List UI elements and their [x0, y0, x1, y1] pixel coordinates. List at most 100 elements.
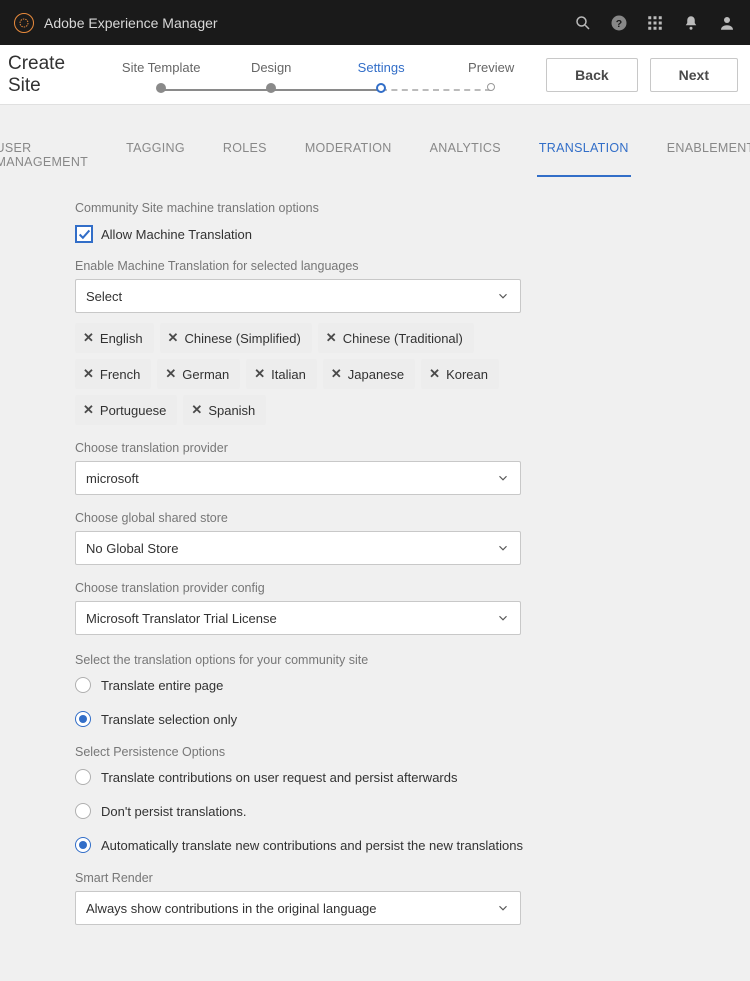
step-dot	[156, 83, 166, 93]
tab-translation[interactable]: TRANSLATION	[537, 135, 631, 177]
close-icon: ✕	[83, 366, 94, 382]
step-dot	[376, 83, 386, 93]
tab-moderation[interactable]: MODERATION	[303, 135, 394, 177]
close-icon: ✕	[331, 366, 342, 382]
chevron-down-icon	[496, 541, 510, 555]
enable-languages-label: Enable Machine Translation for selected …	[75, 259, 675, 273]
bell-icon[interactable]	[682, 14, 700, 32]
persist-auto[interactable]: Automatically translate new contribution…	[75, 837, 675, 853]
radio-label: Translate contributions on user request …	[101, 770, 457, 785]
options-heading: Select the translation options for your …	[75, 653, 675, 667]
tab-analytics[interactable]: ANALYTICS	[428, 135, 503, 177]
provider-select[interactable]: microsoft	[75, 461, 521, 495]
topbar-left: Adobe Experience Manager	[14, 13, 218, 33]
global-store-select[interactable]: No Global Store	[75, 531, 521, 565]
chevron-down-icon	[496, 611, 510, 625]
provider-config-select[interactable]: Microsoft Translator Trial License	[75, 601, 521, 635]
radio-input[interactable]	[75, 803, 91, 819]
allow-mt-checkbox[interactable]	[75, 225, 93, 243]
smart-render-fieldset: Smart Render Always show contributions i…	[75, 871, 675, 925]
select-value: microsoft	[86, 471, 139, 486]
tag-chinese-simplified[interactable]: ✕Chinese (Simplified)	[160, 323, 312, 353]
check-icon	[78, 228, 91, 241]
enable-languages-select[interactable]: Select	[75, 279, 521, 313]
provider-config-label: Choose translation provider config	[75, 581, 675, 595]
logo-icon	[18, 17, 30, 29]
chevron-down-icon	[496, 289, 510, 303]
smart-render-label: Smart Render	[75, 871, 675, 885]
tab-user-management[interactable]: USER MANAGEMENT	[0, 135, 90, 177]
close-icon: ✕	[254, 366, 265, 382]
svg-text:?: ?	[616, 17, 622, 29]
close-icon: ✕	[83, 330, 94, 346]
persistence-heading: Select Persistence Options	[75, 745, 675, 759]
step-site-template[interactable]: Site Template	[106, 60, 216, 93]
settings-tabs: USER MANAGEMENT TAGGING ROLES MODERATION…	[0, 135, 750, 177]
select-value: No Global Store	[86, 541, 179, 556]
chevron-down-icon	[496, 471, 510, 485]
close-icon: ✕	[191, 402, 202, 418]
provider-config-fieldset: Choose translation provider config Micro…	[75, 581, 675, 635]
radio-label: Don't persist translations.	[101, 804, 247, 819]
global-store-fieldset: Choose global shared store No Global Sto…	[75, 511, 675, 565]
provider-label: Choose translation provider	[75, 441, 675, 455]
enable-languages-fieldset: Enable Machine Translation for selected …	[75, 259, 675, 425]
radio-label: Translate entire page	[101, 678, 223, 693]
opt-translate-entire-page[interactable]: Translate entire page	[75, 677, 675, 693]
step-dot	[266, 83, 276, 93]
tag-korean[interactable]: ✕Korean	[421, 359, 499, 389]
top-bar: Adobe Experience Manager ?	[0, 0, 750, 45]
apps-icon[interactable]	[646, 14, 664, 32]
tag-chinese-traditional[interactable]: ✕Chinese (Traditional)	[318, 323, 474, 353]
app-title: Adobe Experience Manager	[44, 15, 218, 31]
opt-translate-selection-only[interactable]: Translate selection only	[75, 711, 675, 727]
smart-render-select[interactable]: Always show contributions in the origina…	[75, 891, 521, 925]
persist-on-request[interactable]: Translate contributions on user request …	[75, 769, 675, 785]
global-store-label: Choose global shared store	[75, 511, 675, 525]
tag-portuguese[interactable]: ✕Portuguese	[75, 395, 177, 425]
tag-french[interactable]: ✕French	[75, 359, 151, 389]
allow-mt-row: Allow Machine Translation	[75, 225, 675, 243]
tab-enablement[interactable]: ENABLEMENT	[665, 135, 750, 177]
close-icon: ✕	[168, 330, 179, 346]
radio-label: Translate selection only	[101, 712, 237, 727]
select-value: Select	[86, 289, 122, 304]
step-preview[interactable]: Preview	[436, 60, 546, 91]
step-dot	[487, 83, 495, 91]
tag-german[interactable]: ✕German	[157, 359, 240, 389]
next-button[interactable]: Next	[650, 58, 738, 92]
allow-mt-label: Allow Machine Translation	[101, 227, 252, 242]
close-icon: ✕	[83, 402, 94, 418]
sub-header: Create Site Site Template Design Setting…	[0, 45, 750, 105]
page-title: Create Site	[6, 53, 106, 97]
language-tags: ✕English ✕Chinese (Simplified) ✕Chinese …	[75, 323, 521, 425]
tab-roles[interactable]: ROLES	[221, 135, 269, 177]
select-value: Microsoft Translator Trial License	[86, 611, 277, 626]
tag-japanese[interactable]: ✕Japanese	[323, 359, 415, 389]
section-heading: Community Site machine translation optio…	[75, 201, 675, 215]
close-icon: ✕	[165, 366, 176, 382]
user-icon[interactable]	[718, 14, 736, 32]
tag-english[interactable]: ✕English	[75, 323, 154, 353]
radio-label: Automatically translate new contribution…	[101, 838, 523, 853]
back-button[interactable]: Back	[546, 58, 637, 92]
radio-input[interactable]	[75, 711, 91, 727]
radio-input[interactable]	[75, 769, 91, 785]
tag-spanish[interactable]: ✕Spanish	[183, 395, 266, 425]
radio-input[interactable]	[75, 837, 91, 853]
close-icon: ✕	[429, 366, 440, 382]
provider-fieldset: Choose translation provider microsoft	[75, 441, 675, 495]
tag-italian[interactable]: ✕Italian	[246, 359, 317, 389]
radio-input[interactable]	[75, 677, 91, 693]
topbar-right: ?	[574, 14, 736, 32]
search-icon[interactable]	[574, 14, 592, 32]
wizard-buttons: Back Next	[546, 58, 744, 92]
chevron-down-icon	[496, 901, 510, 915]
help-icon[interactable]: ?	[610, 14, 628, 32]
persist-none[interactable]: Don't persist translations.	[75, 803, 675, 819]
persistence-section: Select Persistence Options Translate con…	[75, 745, 675, 853]
tab-tagging[interactable]: TAGGING	[124, 135, 187, 177]
options-section: Select the translation options for your …	[75, 653, 675, 727]
aem-logo[interactable]	[14, 13, 34, 33]
wizard-stepper: Site Template Design Settings Preview	[106, 60, 546, 93]
